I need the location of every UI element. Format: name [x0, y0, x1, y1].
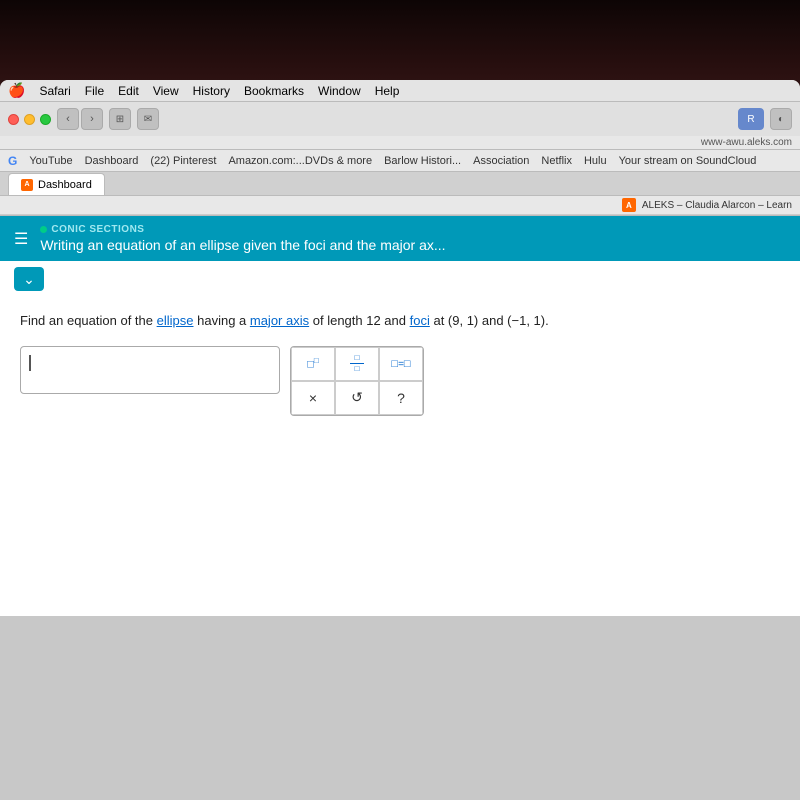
ellipse-link[interactable]: ellipse [157, 313, 194, 328]
problem-text-1: Find an equation of the [20, 313, 153, 328]
back-button[interactable]: ‹ [57, 108, 79, 130]
tab-icon[interactable]: ⊞ [109, 108, 131, 130]
hamburger-menu[interactable]: ☰ [14, 229, 28, 249]
menu-safari[interactable]: Safari [39, 84, 70, 98]
major-axis-link[interactable]: major axis [250, 313, 309, 328]
share-icon[interactable]: R [738, 108, 764, 130]
aleks-header: ☰ CONIC SECTIONS Writing an equation of … [0, 216, 800, 261]
menu-bookmarks[interactable]: Bookmarks [244, 84, 304, 98]
problem-area: Find an equation of the ellipse having a… [0, 297, 800, 430]
tab-favicon: A [21, 179, 33, 191]
bookmark-barlow[interactable]: Barlow Histori... [384, 155, 461, 167]
url-display: www-awu.aleks.com [701, 137, 792, 148]
menu-edit[interactable]: Edit [118, 84, 139, 98]
maximize-button[interactable] [40, 114, 51, 125]
key-undo[interactable]: ↺ [335, 381, 379, 415]
key-multiply[interactable]: × [291, 381, 335, 415]
active-tab[interactable]: A Dashboard [8, 173, 105, 195]
bookmark-pinterest[interactable]: (22) Pinterest [150, 155, 216, 167]
chevron-down-icon: ⌄ [23, 271, 35, 288]
bookmarks-bar: G YouTube Dashboard (22) Pinterest Amazo… [0, 150, 800, 172]
aleks-logo: A [622, 198, 636, 212]
apple-menu[interactable]: 🍎 [8, 82, 25, 99]
foci-link[interactable]: foci [410, 313, 430, 328]
bookmark-amazon[interactable]: Amazon.com:...DVDs & more [228, 155, 372, 167]
forward-button[interactable]: › [81, 108, 103, 130]
close-button[interactable] [8, 114, 19, 125]
keyboard-row-2: × ↺ ? [291, 381, 423, 415]
key-superscript[interactable]: □□ [291, 347, 335, 381]
problem-text-2: having a [197, 313, 250, 328]
menu-view[interactable]: View [153, 84, 179, 98]
header-text-area: CONIC SECTIONS Writing an equation of an… [40, 224, 786, 253]
menu-history[interactable]: History [193, 84, 230, 98]
aleks-user-info: ALEKS – Claudia Alarcon – Learn [642, 200, 792, 211]
answer-row: □□ □ □ □=□ [20, 346, 780, 416]
tab-title: Dashboard [38, 179, 92, 191]
minimize-button[interactable] [24, 114, 35, 125]
topic-title: Writing an equation of an ellipse given … [40, 237, 786, 253]
keyboard-row-1: □□ □ □ □=□ [291, 347, 423, 381]
key-equation[interactable]: □=□ [379, 347, 423, 381]
answer-input[interactable] [20, 346, 280, 394]
problem-text-4: at (9, 1) and (−1, 1). [433, 313, 548, 328]
menu-window[interactable]: Window [318, 84, 361, 98]
dropdown-toggle[interactable]: ⌄ [14, 267, 44, 291]
aleks-info-bar: A ALEKS – Claudia Alarcon – Learn [0, 196, 800, 215]
text-cursor [29, 355, 31, 371]
problem-text-3: of length 12 and [313, 313, 410, 328]
menu-help[interactable]: Help [375, 84, 400, 98]
key-fraction[interactable]: □ □ [335, 347, 379, 381]
browser-info-bar: www-awu.aleks.com [0, 136, 800, 150]
menu-bar: 🍎 Safari File Edit View History Bookmark… [0, 80, 800, 102]
aleks-bar: A ALEKS – Claudia Alarcon – Learn [622, 198, 792, 212]
browser-content: ☰ CONIC SECTIONS Writing an equation of … [0, 216, 800, 616]
tabs-bar: A Dashboard [0, 172, 800, 196]
bookmark-netflix[interactable]: Netflix [541, 155, 572, 167]
key-help[interactable]: ? [379, 381, 423, 415]
bookmark-google[interactable]: G [8, 154, 17, 168]
browser-toolbar: ‹ › ⊞ ✉ R ◐ [0, 102, 800, 136]
mail-icon[interactable]: ✉ [137, 108, 159, 130]
problem-text: Find an equation of the ellipse having a… [20, 311, 780, 332]
math-keyboard: □□ □ □ □=□ [290, 346, 424, 416]
menu-file[interactable]: File [85, 84, 104, 98]
traffic-lights [8, 114, 51, 125]
bookmark-youtube[interactable]: YouTube [29, 155, 72, 167]
bookmark-hulu[interactable]: Hulu [584, 155, 607, 167]
bookmark-soundcloud[interactable]: Your stream on SoundCloud [619, 155, 757, 167]
section-label: CONIC SECTIONS [40, 224, 786, 235]
bookmark-association[interactable]: Association [473, 155, 529, 167]
browser-chrome: ‹ › ⊞ ✉ R ◐ www-awu.aleks.com G YouTube … [0, 102, 800, 216]
nav-buttons: ‹ › [57, 108, 103, 130]
reader-icon[interactable]: ◐ [770, 108, 792, 130]
status-dot [40, 226, 47, 233]
bookmark-dashboard[interactable]: Dashboard [85, 155, 139, 167]
